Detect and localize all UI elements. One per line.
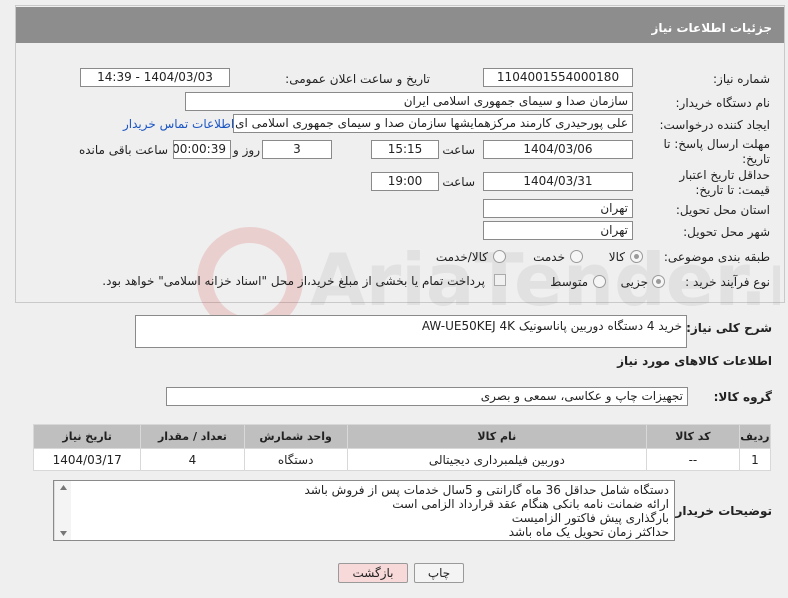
days-field[interactable]: 3 [262, 140, 332, 159]
purchase-radio-minor[interactable] [652, 275, 665, 288]
purchase-radio-medium[interactable] [593, 275, 606, 288]
cell-need-date: 1404/03/17 [32, 448, 142, 471]
scroll-arrows-icon [60, 485, 67, 536]
city-field[interactable]: تهران [483, 221, 633, 240]
days-label: روز و [233, 143, 260, 157]
category-option-goods-service: کالا/خدمت [435, 250, 488, 264]
remaining-time-field[interactable]: 00:00:39 [173, 140, 231, 159]
description-field[interactable]: خرید 4 دستگاه دوربین پاناسونیک AW-UE50KE… [135, 315, 687, 348]
purchase-type-label: نوع فرآیند خرید : [685, 275, 770, 289]
category-option-service: خدمت [533, 250, 565, 264]
cell-row-number: 1 [738, 448, 772, 471]
cell-code: -- [645, 448, 740, 471]
print-button[interactable]: چاپ [414, 563, 464, 583]
announce-field[interactable]: 1404/03/03 - 14:39 [80, 68, 230, 87]
buyer-note-line: حداکثر زمان تحویل یک ماه باشد [508, 525, 669, 539]
col-header-row: ردیف [738, 424, 772, 449]
cell-unit: دستگاه [243, 448, 348, 471]
buyer-note-line: بارگذاری پیش فاکتور الزامیست [511, 511, 669, 525]
province-field[interactable]: تهران [483, 199, 633, 218]
deadline-time-field[interactable]: 15:15 [371, 140, 439, 159]
price-validity-label: حداقل تاریخ اعتبار قیمت: تا تاریخ: [679, 168, 770, 197]
buyer-notes-field[interactable]: دستگاه شامل حداقل 36 ماه گارانتی و 5سال … [53, 480, 675, 541]
category-radio-goods-service[interactable] [493, 250, 506, 263]
announce-label: تاریخ و ساعت اعلان عمومی: [285, 72, 430, 86]
remaining-time-label: ساعت باقی مانده [78, 143, 168, 157]
buyer-note-line: ارائه ضمانت نامه بانکی هنگام عقد قرارداد… [392, 497, 669, 511]
purchase-option-medium: متوسط [550, 275, 588, 289]
buyer-notes-label: توضیحات خریدار: [670, 504, 772, 518]
col-header-name: نام کالا [346, 424, 647, 449]
need-number-label: شماره نیاز: [713, 72, 770, 86]
goods-table: ردیف کد کالا نام کالا واحد شمارش تعداد /… [32, 424, 772, 471]
province-label: استان محل تحویل: [675, 203, 770, 217]
category-radio-goods[interactable] [630, 250, 643, 263]
category-radio-service[interactable] [570, 250, 583, 263]
price-validity-date-field[interactable]: 1404/03/31 [483, 172, 633, 191]
buyer-org-field[interactable]: سازمان صدا و سیمای جمهوری اسلامی ایران [185, 92, 633, 111]
city-label: شهر محل تحویل: [683, 225, 770, 239]
goods-group-field[interactable]: تجهیزات چاپ و عکاسی، سمعی و بصری [166, 387, 688, 406]
need-number-field[interactable]: 1104001554000180 [483, 68, 633, 87]
table-row[interactable]: 1 -- دوربین فیلمبرداری دیجیتالی دستگاه 4… [32, 448, 772, 471]
requester-label: ایجاد کننده درخواست: [659, 118, 770, 132]
col-header-code: کد کالا [645, 424, 740, 449]
buyer-note-line: دستگاه شامل حداقل 36 ماه گارانتی و 5سال … [304, 483, 669, 497]
category-option-goods: کالا [608, 250, 625, 264]
back-button[interactable]: بازگشت [338, 563, 408, 583]
cell-quantity: 4 [140, 448, 245, 471]
price-validity-time-field[interactable]: 19:00 [371, 172, 439, 191]
treasury-payment-note: پرداخت تمام یا بخشی از مبلغ خرید،از محل … [102, 274, 485, 288]
goods-group-label: گروه کالا: [713, 390, 772, 404]
purchase-option-minor: جزیی [620, 275, 648, 289]
requester-field[interactable]: علی پورحیدری کارمند مرکزهمایشها سازمان ص… [233, 114, 633, 133]
buyer-notes-scrollbar[interactable] [54, 481, 71, 540]
category-label: طبقه بندی موضوعی: [663, 250, 770, 264]
deadline-date-field[interactable]: 1404/03/06 [483, 140, 633, 159]
buyer-contact-link[interactable]: اطلاعات تماس خریدار [123, 117, 234, 131]
col-header-unit: واحد شمارش [243, 424, 348, 449]
buyer-org-label: نام دستگاه خریدار: [675, 96, 771, 110]
cell-name: دوربین فیلمبرداری دیجیتالی [346, 448, 647, 471]
col-header-quantity: تعداد / مقدار [140, 424, 245, 449]
goods-section-title: اطلاعات کالاهای مورد نیاز [617, 354, 772, 368]
description-label: شرح کلی نیاز: [686, 321, 772, 335]
col-header-need-date: تاریخ نیاز [32, 424, 142, 449]
panel-header: جزئیات اطلاعات نیاز [16, 7, 784, 43]
deadline-label: مهلت ارسال پاسخ: تا تاریخ: [663, 137, 770, 166]
table-header-row: ردیف کد کالا نام کالا واحد شمارش تعداد /… [32, 424, 772, 449]
treasury-payment-checkbox[interactable] [494, 274, 506, 286]
